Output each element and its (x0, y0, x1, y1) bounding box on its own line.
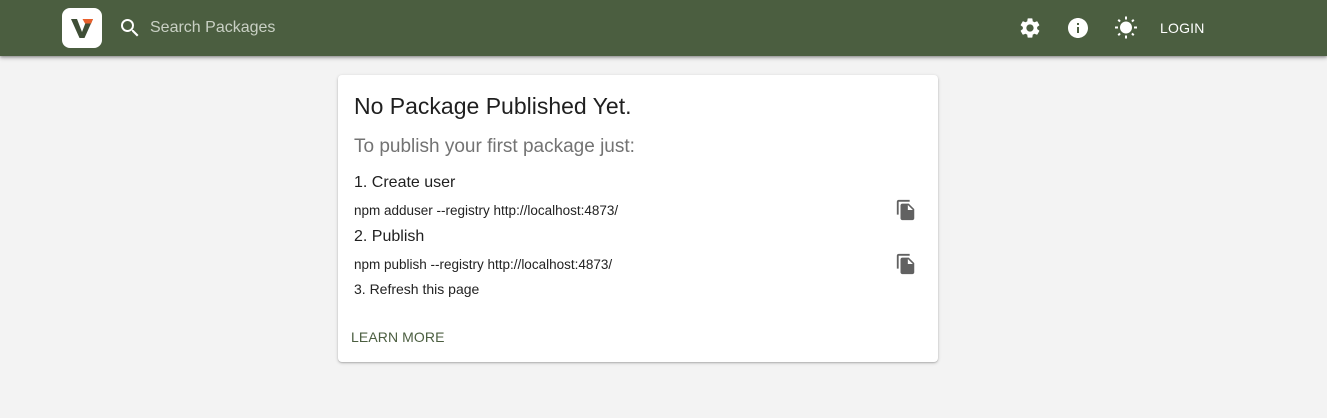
info-icon[interactable] (1066, 16, 1090, 40)
step-refresh-text: 3. Refresh this page (354, 281, 480, 297)
gear-icon[interactable] (1018, 16, 1042, 40)
search-icon[interactable] (118, 16, 142, 40)
verdaccio-logo-icon (71, 19, 93, 38)
top-app-bar: LOGIN (0, 0, 1327, 56)
search-input[interactable] (150, 14, 570, 42)
card-title: No Package Published Yet. (354, 93, 632, 119)
empty-state-card: No Package Published Yet. To publish you… (338, 75, 938, 362)
adduser-command: npm adduser --registry http://localhost:… (354, 203, 619, 218)
step-create-user-heading: 1. Create user (354, 174, 456, 191)
copy-icon[interactable] (895, 199, 917, 221)
logo-button[interactable] (62, 8, 102, 48)
publish-command: npm publish --registry http://localhost:… (354, 257, 613, 272)
sun-icon[interactable] (1114, 16, 1138, 40)
learn-more-button[interactable]: LEARN MORE (343, 325, 453, 349)
step-publish-heading: 2. Publish (354, 228, 425, 245)
card-subtitle: To publish your first package just: (354, 136, 635, 157)
login-button[interactable]: LOGIN (1151, 14, 1214, 42)
copy-icon[interactable] (895, 253, 917, 275)
